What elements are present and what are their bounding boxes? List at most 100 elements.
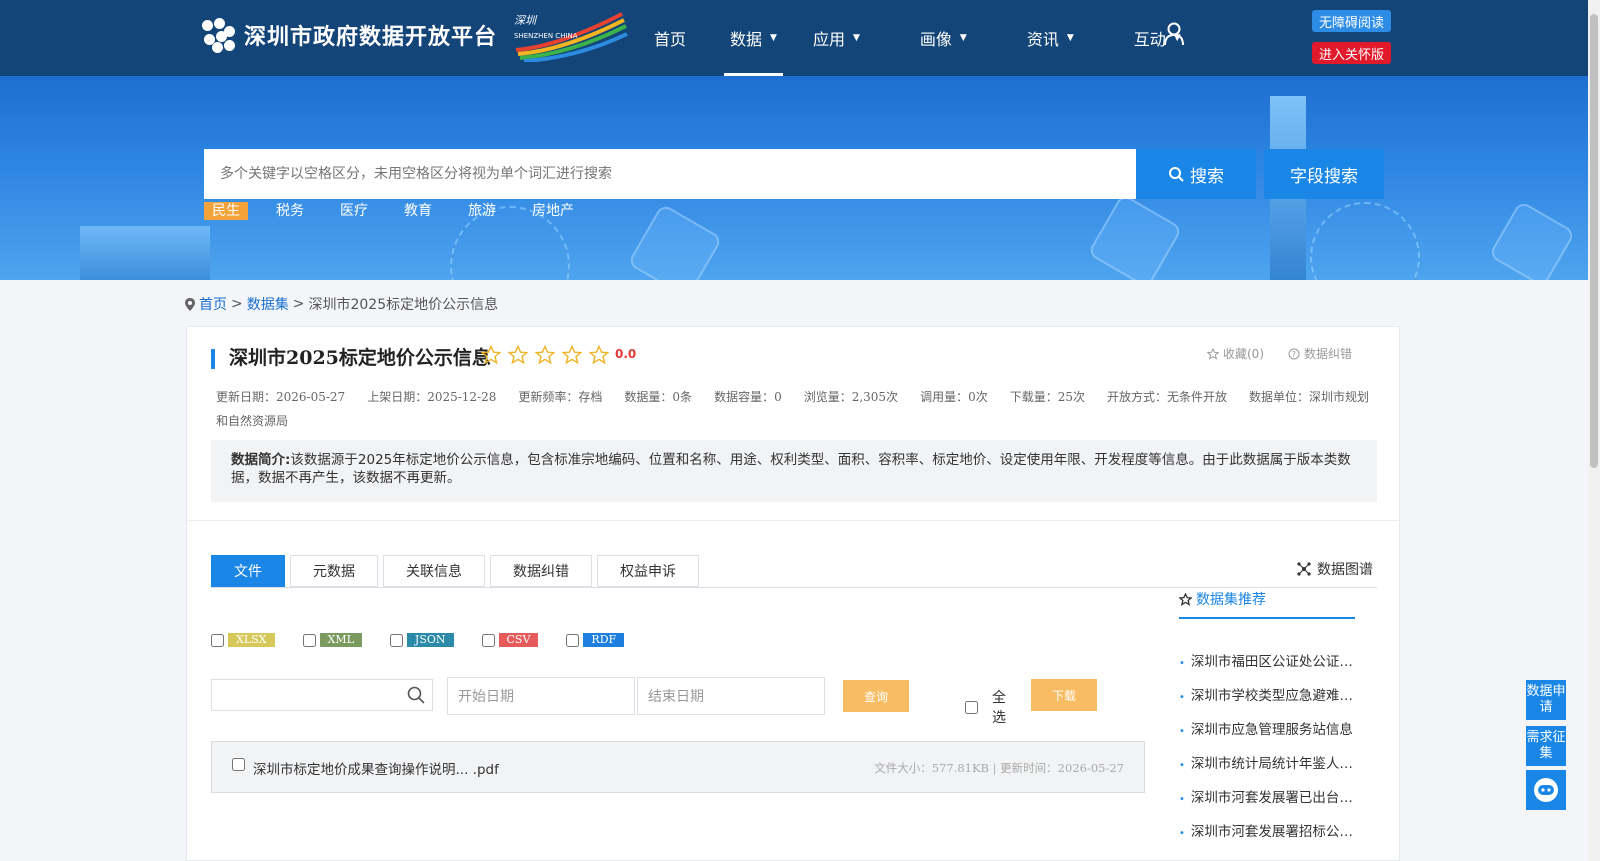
favorite-button[interactable]: 收藏(0) (1207, 345, 1264, 362)
chevron-down-icon: ▼ (770, 33, 777, 43)
decor-building (80, 226, 210, 280)
recommend-underline (1179, 617, 1355, 619)
meta-listed-date: 上架日期：2025-12-28 (367, 390, 497, 404)
error-report-button[interactable]: ? 数据纠错 (1288, 345, 1352, 362)
star-icon[interactable] (589, 345, 609, 365)
data-graph-link[interactable]: 数据图谱 (1297, 559, 1373, 579)
intro-text: 该数据源于2025年标定地价公示信息，包含标准宗地编码、位置和名称、用途、权利类… (231, 452, 1351, 486)
section-divider (187, 520, 1401, 521)
page-scrollbar[interactable] (1588, 0, 1600, 861)
rating-stars[interactable] (481, 345, 609, 365)
nav-portrait[interactable]: 画像 ▼ (906, 0, 981, 76)
accessibility-button[interactable]: 无障碍阅读 (1312, 10, 1391, 32)
star-icon[interactable] (562, 345, 582, 365)
need-collect-button[interactable]: 需求征集 (1526, 726, 1566, 766)
search-icon[interactable] (407, 686, 425, 704)
end-date-input[interactable]: 结束日期 (637, 677, 825, 715)
nav-data[interactable]: 数据 ▼ (716, 0, 791, 76)
logo-mark-icon (202, 18, 236, 53)
decor-arc (1310, 202, 1420, 280)
hot-tag[interactable]: 教育 (396, 202, 440, 220)
tab-appeal[interactable]: 权益申诉 (597, 555, 699, 587)
site-logo[interactable]: 深圳市政府数据开放平台 (202, 18, 497, 53)
search-input[interactable] (204, 149, 1136, 199)
rating-score: 0.0 (615, 347, 637, 361)
nav-apps[interactable]: 应用 ▼ (799, 0, 874, 76)
format-checkbox[interactable] (211, 633, 224, 647)
search-banner: 搜索 字段搜索 民生 税务 医疗 教育 旅游 房地产 (0, 76, 1588, 280)
tab-metadata[interactable]: 元数据 (290, 555, 378, 587)
recommend-item[interactable]: 深圳市福田区公证处公证员信息 (1179, 645, 1365, 679)
format-checkbox[interactable] (302, 633, 316, 647)
select-all-checkbox[interactable] (965, 700, 978, 714)
breadcrumb-home-link[interactable]: 首页 (199, 294, 227, 314)
graph-icon (1297, 562, 1311, 576)
hot-tag[interactable]: 民生 (204, 202, 248, 220)
user-icon[interactable] (1163, 22, 1185, 46)
tab-error-report[interactable]: 数据纠错 (490, 555, 592, 587)
file-keyword-input[interactable] (211, 679, 433, 711)
chevron-down-icon: ▼ (959, 33, 967, 43)
nav-news[interactable]: 资讯 ▼ (1013, 0, 1088, 76)
search-button[interactable]: 搜索 (1136, 149, 1256, 199)
select-all[interactable]: 全选 (965, 687, 1006, 727)
meta-frequency: 更新频率：存档 (518, 390, 603, 404)
intro-label: 数据简介: (231, 452, 291, 468)
care-mode-button[interactable]: 进入关怀版 (1312, 42, 1391, 64)
shenzhen-badge-icon: 深圳 SHENZHEN CHINA (514, 12, 628, 62)
start-date-input[interactable]: 开始日期 (447, 677, 635, 715)
tab-files[interactable]: 文件 (211, 555, 285, 587)
download-button[interactable]: 下载 (1031, 679, 1097, 711)
question-circle-icon: ? (1288, 348, 1300, 359)
recommend-item[interactable]: 深圳市应急管理服务站信息 (1179, 713, 1365, 747)
meta-count: 数据量：0条 (624, 390, 693, 404)
field-search-button[interactable]: 字段搜索 (1264, 149, 1384, 199)
file-row[interactable]: 深圳市标定地价成果查询操作说明... .pdf 文件大小：577.81KB | … (211, 741, 1145, 793)
query-button[interactable]: 查询 (843, 680, 909, 712)
meta-downloads: 下载量：25次 (1009, 390, 1085, 404)
file-checkbox[interactable] (232, 758, 245, 771)
recommend-item[interactable]: 深圳市学校类型应急避难场所 (1179, 679, 1365, 713)
tab-related[interactable]: 关联信息 (383, 555, 485, 587)
meta-calls: 调用量：0次 (920, 390, 988, 404)
hot-tag[interactable]: 医疗 (332, 202, 376, 220)
star-icon[interactable] (508, 345, 528, 365)
format-filter-json[interactable]: JSON (389, 633, 454, 647)
file-name[interactable]: 深圳市标定地价成果查询操作说明... .pdf (253, 758, 499, 778)
detail-tabs: 文件 元数据 关联信息 数据纠错 权益申诉 (211, 555, 699, 587)
star-icon[interactable] (535, 345, 555, 365)
decor-hexagon (1488, 200, 1576, 280)
format-filters: XLSX XML JSON CSV RDF (211, 633, 625, 647)
svg-text:SHENZHEN CHINA: SHENZHEN CHINA (514, 32, 578, 40)
format-filter-rdf[interactable]: RDF (566, 633, 625, 647)
hot-tag[interactable]: 税务 (268, 202, 312, 220)
location-pin-icon (185, 297, 195, 311)
top-header: 深圳市政府数据开放平台 深圳 SHENZHEN CHINA 首页 数据 ▼ 应用 ▼… (0, 0, 1600, 76)
meta-capacity: 数据容量：0 (714, 390, 782, 404)
scrollbar-thumb[interactable] (1590, 14, 1598, 468)
chevron-down-icon: ▼ (852, 33, 860, 43)
hot-tags: 民生 税务 医疗 教育 旅游 房地产 (204, 202, 582, 220)
format-filter-csv[interactable]: CSV (481, 633, 539, 647)
star-icon[interactable] (481, 345, 501, 365)
recommend-item[interactable]: 深圳市河套发展署已出台政策 (1179, 781, 1365, 815)
search-icon (1169, 167, 1184, 182)
dataset-intro: 数据简介:该数据源于2025年标定地价公示信息，包含标准宗地编码、位置和名称、用… (211, 440, 1377, 502)
breadcrumb-datasets-link[interactable]: 数据集 (247, 294, 289, 314)
format-checkbox[interactable] (566, 633, 580, 647)
hot-tag[interactable]: 房地产 (524, 202, 582, 220)
file-info: 文件大小：577.81KB | 更新时间：2026-05-27 (874, 761, 1124, 775)
nav-home[interactable]: 首页 (640, 0, 700, 76)
format-filter-xlsx[interactable]: XLSX (211, 633, 275, 647)
meta-open-mode: 开放方式：无条件开放 (1106, 390, 1227, 404)
chatbot-button[interactable] (1526, 770, 1566, 810)
format-checkbox[interactable] (389, 633, 403, 647)
star-outline-icon (1207, 347, 1219, 360)
decor-hexagon (627, 203, 723, 280)
hot-tag[interactable]: 旅游 (460, 202, 504, 220)
format-filter-xml[interactable]: XML (302, 633, 362, 647)
recommend-item[interactable]: 深圳市统计局统计年鉴人口数据 (1179, 747, 1365, 781)
recommend-item[interactable]: 深圳市河套发展署招标公告信息 (1179, 815, 1365, 849)
data-apply-button[interactable]: 数据申请 (1526, 680, 1566, 720)
format-checkbox[interactable] (481, 633, 495, 647)
